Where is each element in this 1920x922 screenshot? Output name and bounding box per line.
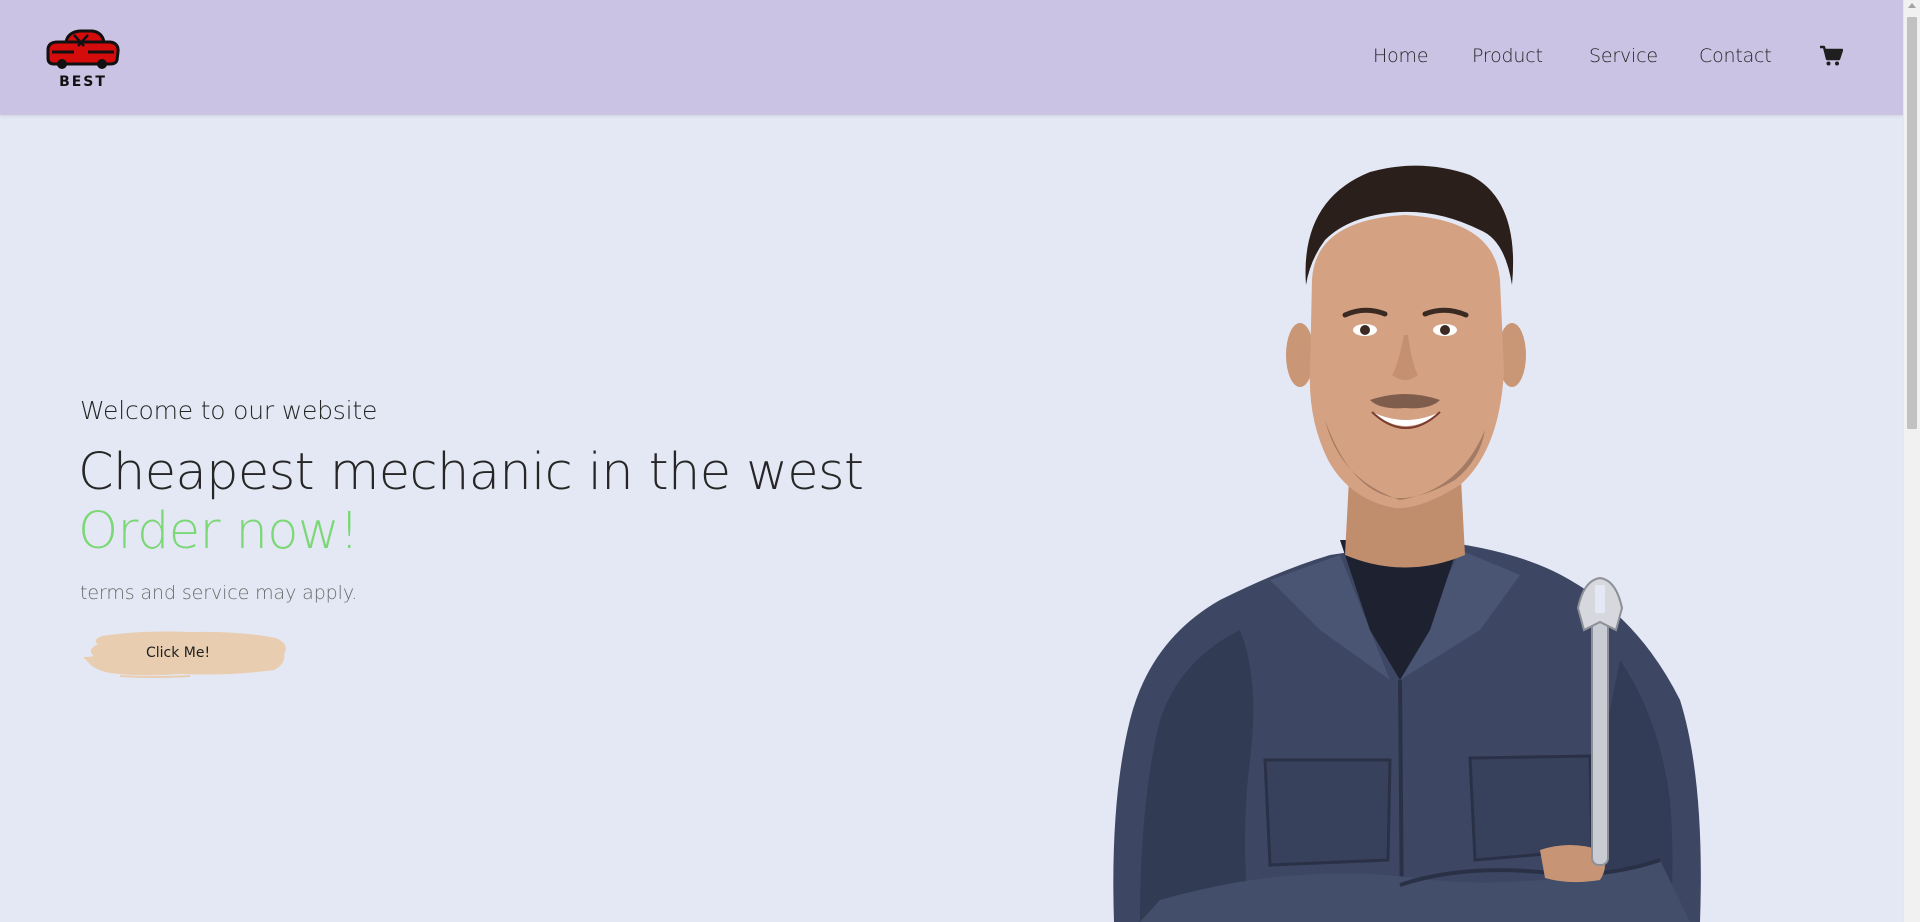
nav-contact-link[interactable]: Contact <box>1699 45 1772 67</box>
terms-text: terms and service may apply. <box>80 582 358 604</box>
page-scrollbar[interactable] <box>1903 0 1920 922</box>
scrollbar-thumb[interactable] <box>1907 17 1917 429</box>
site-header: BEST Home Product Service Contact <box>0 0 1903 115</box>
page: BEST Home Product Service Contact Welcom… <box>0 0 1920 922</box>
order-now-text: Order now! <box>78 502 359 561</box>
click-me-button[interactable]: Click Me! <box>80 628 290 680</box>
nav-home-link[interactable]: Home <box>1373 45 1429 67</box>
logo-wordmark: BEST <box>59 74 107 90</box>
site-logo[interactable]: BEST <box>44 26 122 90</box>
hero-headline: Cheapest mechanic in the west <box>78 443 864 502</box>
scroll-up-arrow-icon[interactable] <box>1908 3 1916 8</box>
welcome-text: Welcome to our website <box>80 396 378 425</box>
shopping-cart-icon[interactable] <box>1819 45 1844 67</box>
mechanic-photo <box>1100 160 1820 922</box>
nav-product-link[interactable]: Product <box>1472 45 1543 67</box>
car-logo-icon: BEST <box>46 29 120 90</box>
click-me-label: Click Me! <box>145 645 211 661</box>
nav-service-link[interactable]: Service <box>1589 45 1658 67</box>
